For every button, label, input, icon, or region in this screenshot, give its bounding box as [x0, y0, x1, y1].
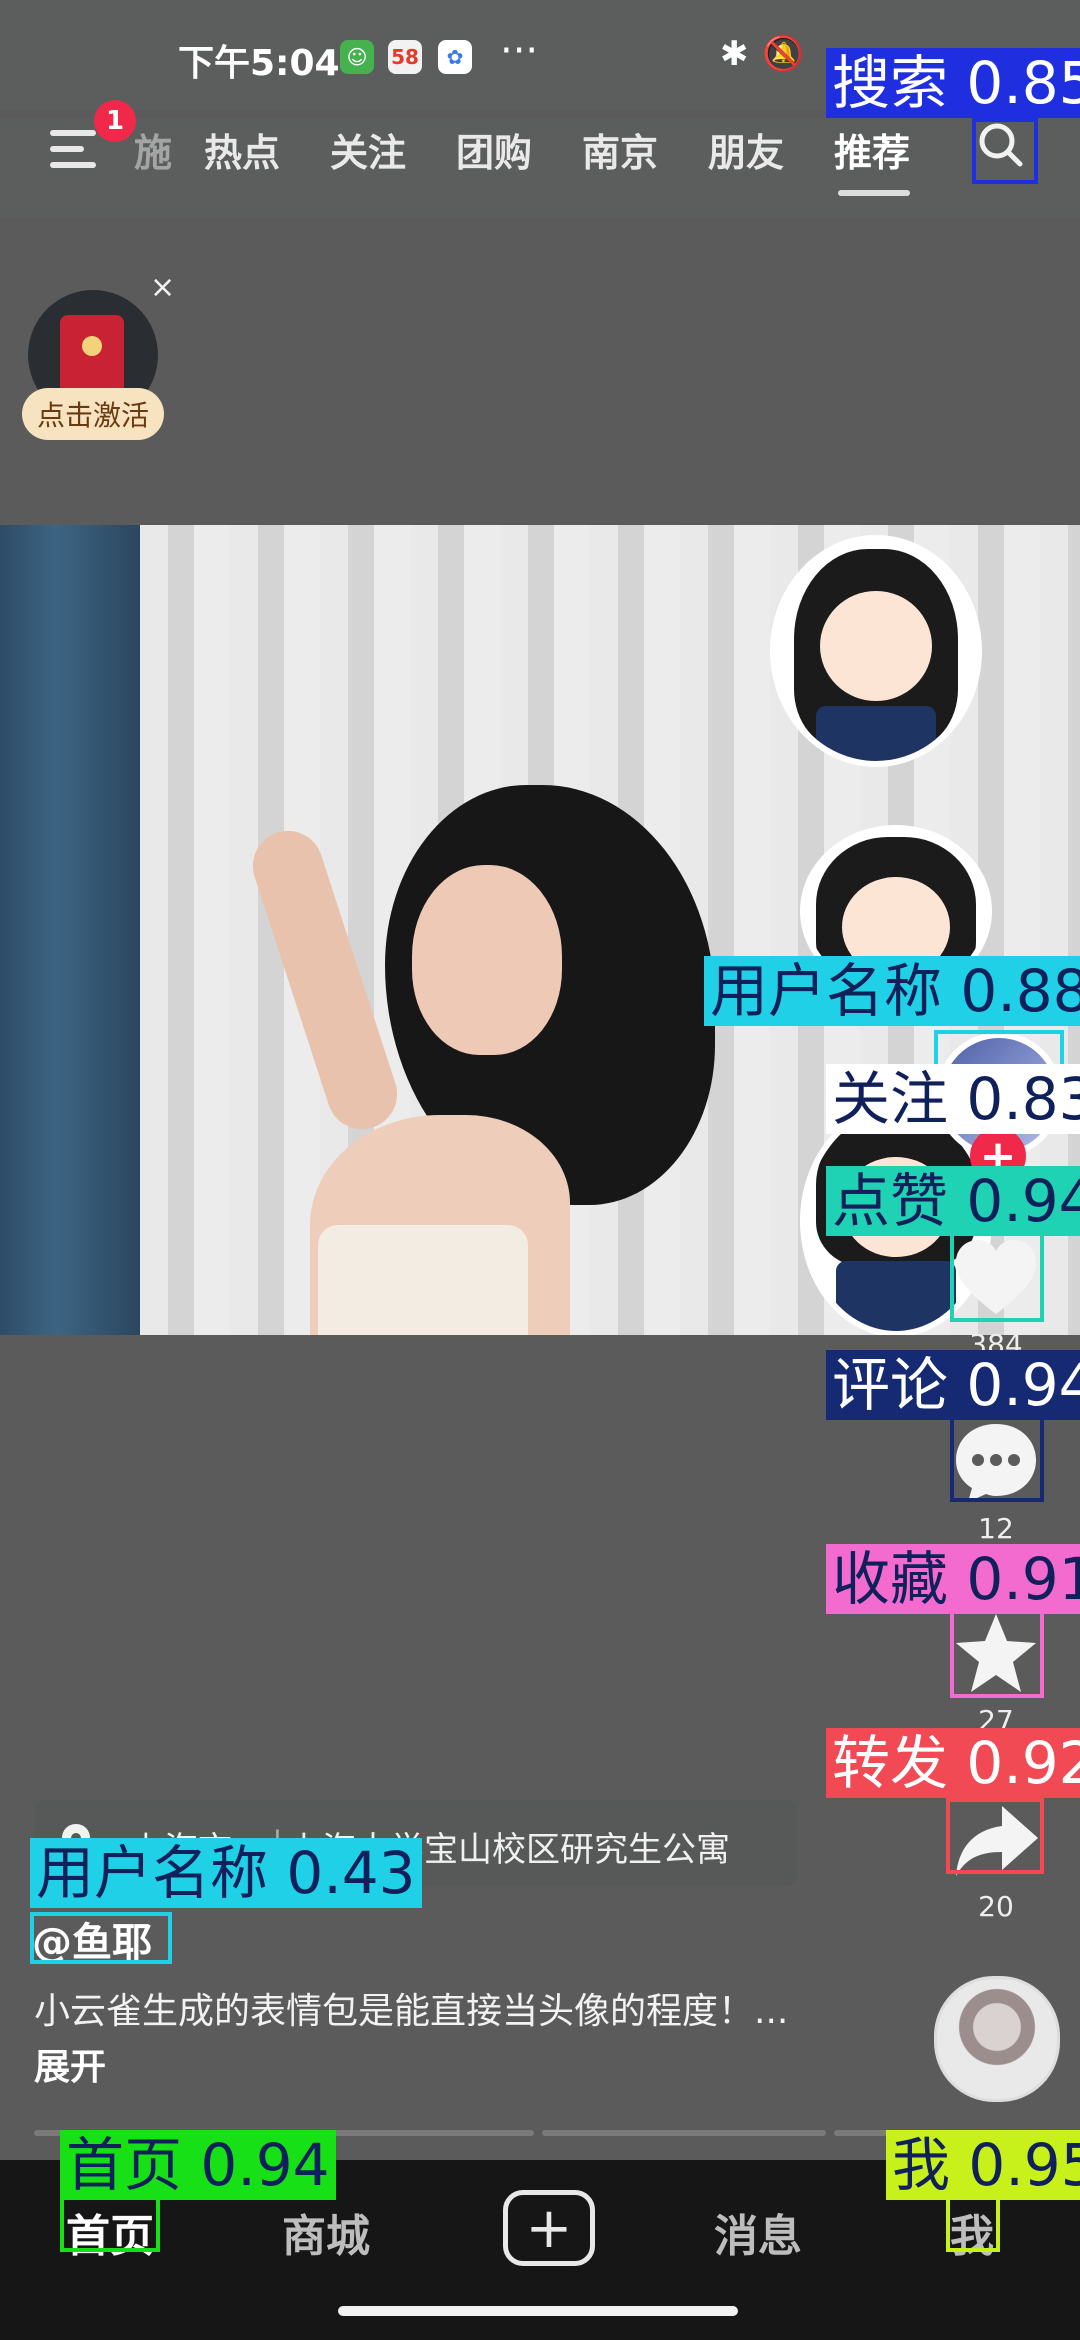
detection-label-me: 我 0.95: [886, 2130, 1080, 2200]
anime-sticker-1: [770, 535, 982, 767]
detection-box-search: [972, 118, 1038, 184]
coin-icon: [82, 336, 102, 356]
close-icon[interactable]: ×: [150, 270, 175, 305]
nav-mall[interactable]: 商城: [282, 2200, 370, 2264]
music-disc-avatar[interactable]: [934, 1976, 1060, 2102]
comment-count: 12: [978, 1512, 1014, 1545]
tab-friends[interactable]: 朋友: [708, 122, 784, 177]
notification-badge: 1: [94, 100, 136, 142]
menu-icon[interactable]: [50, 130, 96, 170]
more-status-icon: ···: [500, 28, 539, 74]
detection-box-comment: [950, 1416, 1044, 1502]
nav-messages[interactable]: 消息: [714, 2200, 802, 2264]
tab-group-buy[interactable]: 团购: [456, 122, 532, 177]
mute-icon: 🔕: [762, 34, 805, 74]
detection-label-share: 转发 0.92: [826, 1728, 1080, 1798]
detection-label-follow: 关注 0.83: [826, 1064, 1080, 1134]
progress-segment-2: [542, 2130, 826, 2136]
detection-box-like: [950, 1228, 1044, 1322]
app-notification-icon: ☺: [340, 40, 374, 74]
cloud-app-icon: ✿: [438, 40, 472, 74]
tab-nanjing[interactable]: 南京: [582, 122, 658, 177]
detection-label-username-1: 用户名称 0.88: [704, 956, 1080, 1026]
detection-label-search: 搜索 0.85: [826, 48, 1080, 118]
person-dress: [318, 1225, 528, 1335]
expand-link[interactable]: 展开: [34, 2047, 106, 2088]
status-time: 下午5:04: [178, 43, 340, 84]
tab-following[interactable]: 关注: [330, 122, 406, 177]
detection-box-share: [946, 1798, 1044, 1874]
share-count: 20: [978, 1890, 1014, 1923]
active-tab-indicator: [838, 190, 910, 196]
home-indicator[interactable]: [338, 2306, 738, 2316]
detection-label-favorite: 收藏 0.91: [826, 1544, 1080, 1614]
detection-box-home: [60, 2196, 160, 2252]
detection-label-like: 点赞 0.94: [826, 1166, 1080, 1236]
detection-box-username-2: [30, 1912, 172, 1964]
post-caption: 小云雀生成的表情包是能直接当头像的程度！... 展开: [34, 1984, 814, 2096]
detection-label-home: 首页 0.94: [60, 2130, 336, 2200]
detection-label-comment: 评论 0.94: [826, 1350, 1080, 1420]
detection-box-me: [946, 2196, 1000, 2252]
bluetooth-icon: ✱: [720, 34, 749, 74]
blue-curtain: [0, 525, 140, 1335]
tab-recommend[interactable]: 推荐: [834, 122, 910, 177]
caption-text: 小云雀生成的表情包是能直接当头像的程度！...: [34, 1991, 789, 2032]
tab-partial[interactable]: 施: [134, 122, 172, 177]
detection-label-username-2: 用户名称 0.43: [30, 1838, 422, 1908]
detection-box-favorite: [950, 1608, 1044, 1698]
58-app-icon: 58: [388, 40, 422, 74]
create-button[interactable]: +: [503, 2190, 595, 2266]
person-face: [412, 865, 562, 1055]
activate-button[interactable]: 点击激活: [22, 388, 164, 440]
tab-hot[interactable]: 热点: [204, 122, 280, 177]
